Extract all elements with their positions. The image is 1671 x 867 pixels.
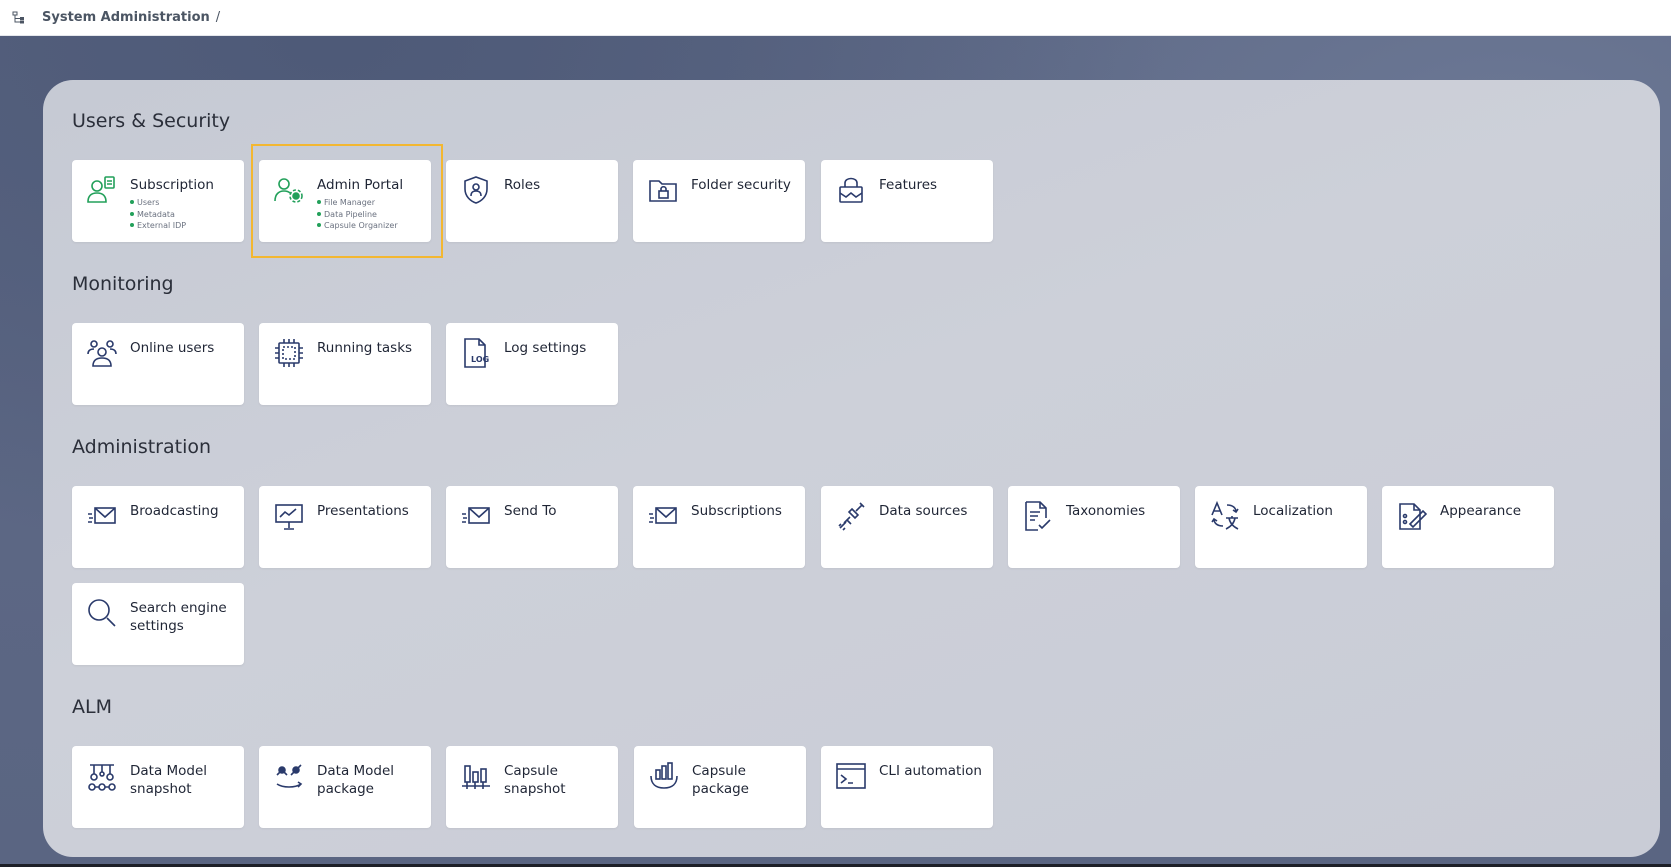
translate-icon [1209,500,1241,532]
model-package-icon [273,760,305,792]
tile-label: Data sources [879,503,968,519]
tile-sublist: File Manager Data Pipeline Capsule Organ… [317,197,398,232]
document-check-icon [1022,500,1054,532]
tile-label: Subscription [130,177,214,193]
tile-localization[interactable]: Localization [1195,486,1367,568]
tile-send-to[interactable]: Send To [446,486,618,568]
tile-label: Roles [504,177,541,193]
sublist-item: Metadata [130,209,186,221]
tile-folder-security[interactable]: Folder security [633,160,805,242]
mail-send-icon [460,500,492,532]
user-subscription-icon [86,174,118,206]
tile-label: Send To [504,503,557,519]
tile-label: Presentations [317,503,409,519]
tile-sublist: Users Metadata External IDP [130,197,186,232]
tile-running-tasks[interactable]: Running tasks [259,323,431,405]
users-group-icon [86,337,118,369]
tile-label: Capsule package [692,763,749,797]
tile-features[interactable]: Features [821,160,993,242]
sublist-item: Users [130,197,186,209]
tile-data-model-snapshot[interactable]: Data Model snapshot [72,746,244,828]
tile-label: Folder security [691,177,791,193]
sublist-item: External IDP [130,220,186,232]
section-title-alm: ALM [72,696,112,718]
sublist-item: Data Pipeline [317,209,398,221]
section-title-users-security: Users & Security [72,110,231,132]
palette-document-icon [1396,500,1428,532]
breadcrumb-separator: / [215,10,221,25]
section-title-monitoring: Monitoring [72,273,174,295]
tile-label: Localization [1253,503,1333,519]
shield-user-icon [460,174,492,206]
model-snapshot-icon [86,760,118,792]
search-icon [86,597,118,629]
tile-label: Taxonomies [1066,503,1146,519]
tile-cli-automation[interactable]: CLI automation [821,746,993,828]
tile-capsule-snapshot[interactable]: Capsule snapshot [446,746,618,828]
tile-broadcasting[interactable]: Broadcasting [72,486,244,568]
top-bar: System Administration / [0,0,1671,36]
section-title-administration: Administration [72,436,212,458]
tile-label: Data Model snapshot [130,763,208,797]
tile-subscription[interactable]: Subscription Users Metadata External IDP [72,160,244,242]
folder-lock-icon [647,174,679,206]
tile-label: Search engine settings [130,600,227,634]
tile-label: Subscriptions [691,503,782,519]
sublist-item: File Manager [317,197,398,209]
tile-label: Features [879,177,938,193]
bar-snapshot-icon [460,760,492,792]
tile-label: Online users [130,340,215,356]
tile-taxonomies[interactable]: Taxonomies [1008,486,1180,568]
plug-icon [835,500,867,532]
tile-online-users[interactable]: Online users [72,323,244,405]
tile-label: CLI automation [879,763,982,779]
terminal-icon [835,760,867,792]
tile-data-model-package[interactable]: Data Model package [259,746,431,828]
lock-features-icon [835,174,867,206]
tile-subscriptions[interactable]: Subscriptions [633,486,805,568]
presentation-board-icon [273,500,305,532]
bar-package-icon [648,760,680,792]
mail-send-icon [647,500,679,532]
tile-label: Data Model package [317,763,395,797]
tile-presentations[interactable]: Presentations [259,486,431,568]
hierarchy-icon[interactable] [12,10,28,26]
tile-roles[interactable]: Roles [446,160,618,242]
sublist-item: Capsule Organizer [317,220,398,232]
tile-log-settings[interactable]: LOG Log settings [446,323,618,405]
chip-icon [273,337,305,369]
log-file-icon: LOG [460,337,492,369]
tile-capsule-package[interactable]: Capsule package [634,746,806,828]
tile-label: Log settings [504,340,587,356]
tile-label: Capsule snapshot [504,763,566,797]
tile-label: Admin Portal [317,177,404,193]
tile-label: Broadcasting [130,503,219,519]
svg-text:LOG: LOG [471,355,489,364]
mail-send-icon [86,500,118,532]
breadcrumb-system-administration[interactable]: System Administration [42,10,210,25]
tile-label: Appearance [1440,503,1522,519]
user-gear-icon [273,174,305,206]
tile-appearance[interactable]: Appearance [1382,486,1554,568]
tile-admin-portal[interactable]: Admin Portal File Manager Data Pipeline … [259,160,431,242]
tile-label: Running tasks [317,340,413,356]
tile-data-sources[interactable]: Data sources [821,486,993,568]
tile-search-engine-settings[interactable]: Search engine settings [72,583,244,665]
